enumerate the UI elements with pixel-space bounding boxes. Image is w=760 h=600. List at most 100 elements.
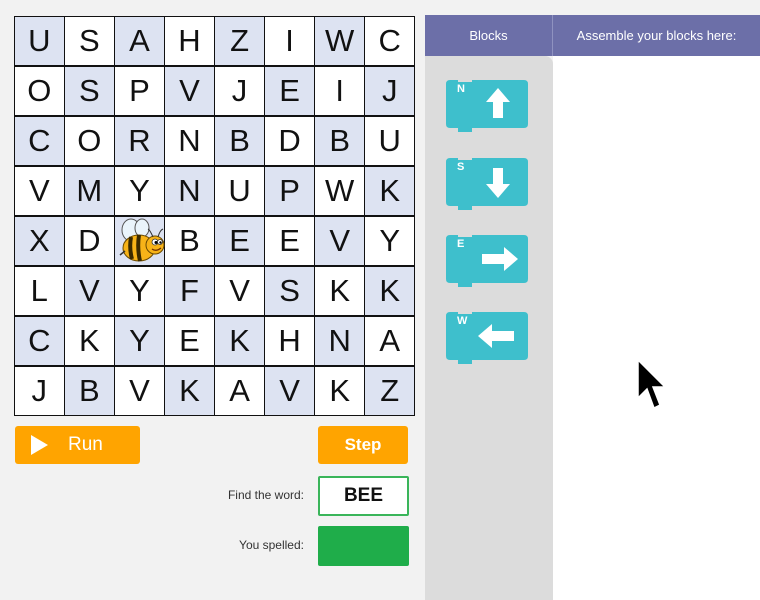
grid-cell: H — [265, 316, 314, 366]
grid-letter: V — [79, 272, 100, 308]
grid-cell: L — [15, 266, 64, 316]
grid-letter: S — [279, 272, 300, 308]
grid-cell: B — [65, 366, 114, 415]
grid-letter: B — [329, 123, 350, 159]
grid-cell: V — [15, 166, 64, 216]
grid-letter: U — [228, 173, 251, 209]
grid-cell: N — [165, 116, 214, 166]
grid-letter: K — [379, 272, 401, 308]
grid-cell: B — [165, 216, 214, 266]
block-left[interactable]: W — [446, 310, 530, 364]
grid-cell: K — [365, 166, 414, 216]
grid-cell: M — [65, 166, 114, 216]
grid-cell: V — [115, 366, 164, 415]
grid-letter: N — [328, 322, 351, 358]
grid-letter: N — [178, 123, 201, 159]
grid-cell: Z — [215, 17, 264, 66]
block-right[interactable]: E — [446, 233, 530, 287]
grid-letter: V — [28, 173, 50, 209]
grid-cell: U — [365, 116, 414, 166]
grid-cell: P — [115, 66, 164, 116]
grid-letter: Y — [129, 322, 150, 358]
grid-letter: H — [178, 23, 201, 59]
grid-cell: R — [115, 116, 164, 166]
grid-cell: A — [215, 366, 264, 415]
grid-cell: C — [15, 116, 64, 166]
grid-cell: Y — [115, 166, 164, 216]
grid-cell: O — [65, 116, 114, 166]
step-button-label: Step — [344, 435, 382, 454]
grid-letter: C — [28, 123, 51, 159]
blocks-tab: Blocks — [469, 28, 508, 43]
grid-letter: L — [30, 272, 48, 308]
mouse-cursor-icon — [637, 358, 667, 410]
letter-grid: USAHZIWCOSPVJEIJCORNBDBUVMYNUPWKXDBEEVYL… — [14, 16, 415, 416]
grid-letter: D — [78, 222, 101, 258]
grid-cell: K — [315, 266, 364, 316]
grid-letter: E — [179, 322, 200, 358]
grid-letter: K — [179, 372, 200, 408]
grid-cell: S — [265, 266, 314, 316]
grid-cell: E — [265, 216, 314, 266]
grid-cell: X — [15, 216, 64, 266]
grid-letter: Y — [129, 272, 150, 308]
grid-letter: S — [79, 23, 100, 59]
grid-cell: J — [15, 366, 64, 415]
grid-cell: W — [315, 17, 364, 66]
you-spelled-box — [318, 526, 409, 566]
block-letter: W — [457, 315, 468, 327]
grid-cell: K — [165, 366, 214, 415]
you-spelled-label: You spelled: — [239, 538, 304, 552]
grid-cell: K — [65, 316, 114, 366]
grid-cell: C — [365, 17, 414, 66]
grid-cell: K — [365, 266, 414, 316]
play-icon — [31, 435, 48, 455]
grid-letter: V — [329, 222, 350, 258]
grid-cell: J — [365, 66, 414, 116]
grid-letter: U — [378, 123, 401, 159]
grid-letter: O — [77, 123, 102, 159]
run-button[interactable]: Run — [15, 426, 140, 464]
grid-letter: U — [28, 23, 51, 59]
grid-letter: J — [381, 73, 398, 109]
grid-cell: I — [315, 66, 364, 116]
assembly-workspace[interactable] — [553, 56, 760, 600]
grid-letter: J — [231, 73, 248, 109]
grid-cell: V — [265, 366, 314, 415]
block-letter: N — [457, 83, 465, 95]
grid-cell: D — [265, 116, 314, 166]
grid-cell — [115, 216, 165, 266]
grid-cell: E — [165, 316, 214, 366]
grid-letter: A — [229, 372, 250, 408]
grid-letter: O — [27, 73, 52, 109]
block-up[interactable]: N — [446, 78, 530, 132]
workspace-header: Blocks Assemble your blocks here: — [425, 15, 760, 56]
grid-cell: E — [215, 216, 264, 266]
grid-letter: P — [279, 173, 300, 209]
grid-cell: V — [215, 266, 264, 316]
grid-letter: A — [379, 322, 401, 358]
grid-letter: K — [79, 322, 100, 358]
grid-cell: S — [65, 17, 114, 66]
grid-letter: C — [28, 322, 51, 358]
grid-cell: J — [215, 66, 264, 116]
step-button[interactable]: Step — [318, 426, 408, 464]
grid-letter: K — [229, 322, 250, 358]
grid-cell: B — [215, 116, 264, 166]
grid-cell: A — [115, 17, 164, 66]
grid-letter: F — [180, 272, 199, 308]
grid-letter: Y — [129, 173, 150, 209]
find-word-box: BEE — [318, 476, 409, 516]
grid-cell: D — [65, 216, 114, 266]
grid-cell: K — [315, 366, 364, 415]
block-down[interactable]: S — [446, 156, 530, 210]
grid-letter: H — [278, 322, 301, 358]
grid-letter: R — [128, 123, 151, 159]
grid-letter: B — [179, 222, 200, 258]
grid-letter: Y — [379, 222, 401, 258]
grid-letter: W — [325, 173, 355, 209]
grid-cell: Z — [365, 366, 414, 415]
grid-cell: V — [165, 66, 214, 116]
grid-cell: Y — [365, 216, 414, 266]
bee-icon — [119, 218, 165, 262]
